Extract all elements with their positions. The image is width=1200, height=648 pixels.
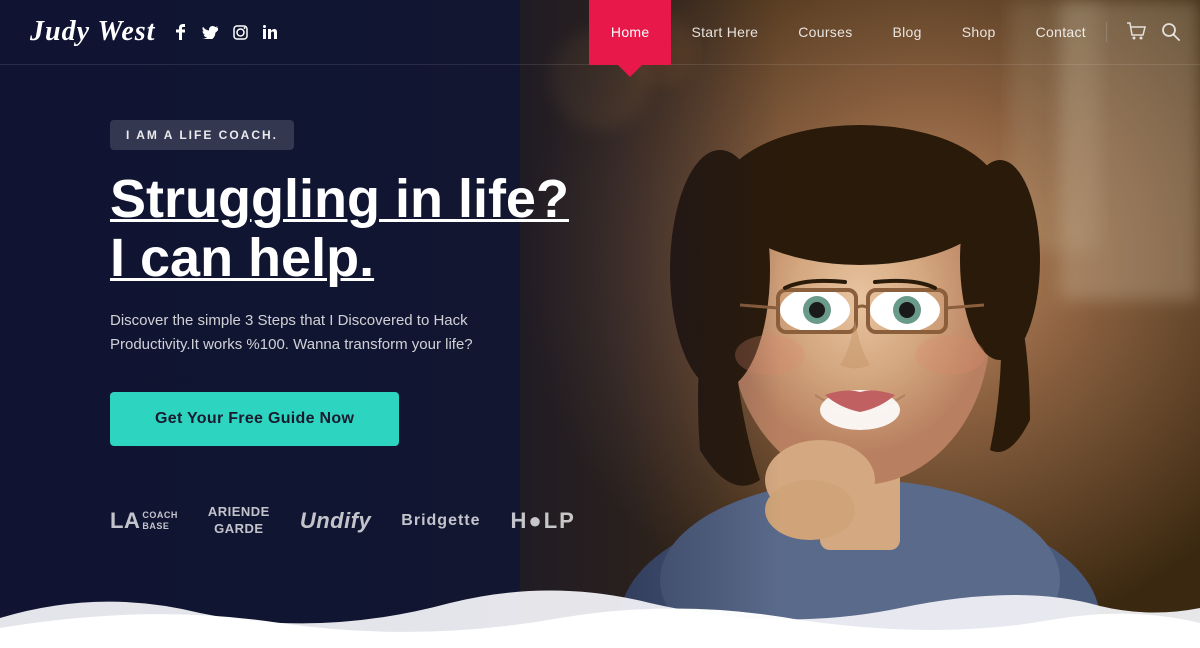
linkedin-icon[interactable] xyxy=(260,22,280,42)
nav-contact[interactable]: Contact xyxy=(1016,0,1106,65)
nav-home[interactable]: Home xyxy=(589,0,672,65)
nav-blog[interactable]: Blog xyxy=(873,0,942,65)
nav-links: Home Start Here Courses Blog Shop Contac… xyxy=(589,0,1106,64)
navbar-right: Home Start Here Courses Blog Shop Contac… xyxy=(589,0,1200,64)
site-logo[interactable]: Judy West xyxy=(30,16,155,48)
brand-la-coach-base: LA COACHBASE xyxy=(110,508,178,534)
instagram-icon[interactable] xyxy=(230,22,250,42)
hero-title-line2: I can help. xyxy=(110,228,374,288)
hero-section: Judy West Home Start Here xyxy=(0,0,1200,648)
hero-title: Struggling in life? I can help. xyxy=(110,170,569,289)
wave-decoration xyxy=(0,568,1200,648)
nav-icon-group xyxy=(1106,22,1200,42)
twitter-icon[interactable] xyxy=(200,22,220,42)
brand-la-letters: LA xyxy=(110,508,140,534)
hero-content: I AM A LIFE COACH. Struggling in life? I… xyxy=(110,120,569,446)
cta-button[interactable]: Get Your Free Guide Now xyxy=(110,392,399,446)
navbar: Judy West Home Start Here xyxy=(0,0,1200,65)
nav-shop[interactable]: Shop xyxy=(942,0,1016,65)
brand-la-subtext: COACHBASE xyxy=(142,510,178,532)
brand-holp: H●LP xyxy=(511,508,576,534)
search-icon[interactable] xyxy=(1162,23,1180,41)
brand-undify: Undify xyxy=(300,508,371,534)
hero-badge: I AM A LIFE COACH. xyxy=(110,120,294,150)
nav-courses[interactable]: Courses xyxy=(778,0,872,65)
facebook-icon[interactable] xyxy=(170,22,190,42)
brand-logos: LA COACHBASE ariendeGARDE Undify Bridget… xyxy=(110,504,576,538)
nav-start-here[interactable]: Start Here xyxy=(671,0,778,65)
brand-bridgette: Bridgette xyxy=(401,512,480,530)
hero-description: Discover the simple 3 Steps that I Disco… xyxy=(110,309,560,357)
logo-text: Judy West xyxy=(30,16,155,47)
hero-title-line1: Struggling in life? xyxy=(110,169,569,229)
brand-ariende-garde: ariendeGARDE xyxy=(208,504,270,538)
cart-icon[interactable] xyxy=(1127,22,1147,42)
social-icons xyxy=(170,22,280,42)
navbar-left: Judy West xyxy=(0,16,589,48)
